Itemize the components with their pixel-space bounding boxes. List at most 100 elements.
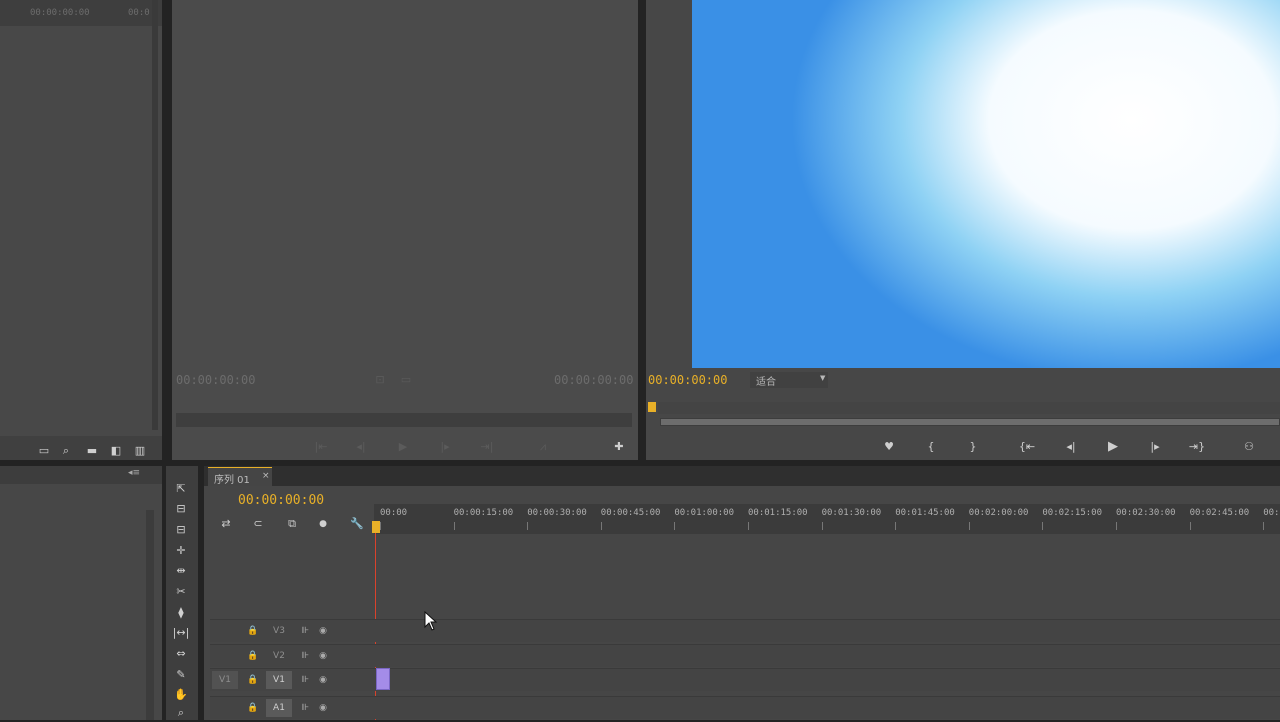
ruler-tick-label: 00:02:00:00 [968,508,1029,518]
rate-stretch-icon[interactable]: ⇹ [169,562,193,580]
play-icon[interactable]: ▶ [1102,438,1124,456]
ruler-tick-label: 00:02:45:00 [1189,508,1250,518]
add-edit-icon[interactable]: ⧉ [282,515,302,533]
timeline-clip[interactable] [376,668,390,690]
slide-icon[interactable]: |↔| [169,624,193,642]
track-row-v3[interactable]: 🔒 V3 ⊪ ◉ [210,619,1280,642]
linked-selection-icon[interactable]: ⊂ [248,515,268,533]
project-timecode-a: 00:00:00:00 [30,8,90,18]
lift-icon[interactable]: ⚇ [1238,438,1260,456]
lock-icon[interactable]: 🔒 [246,699,260,717]
source-safe-margin-icon[interactable]: ⊡ [372,371,388,389]
source-patch-v1[interactable]: V1 [212,671,238,689]
project-panel: 00:00:00:00 00:0 ▭ ⌕ ▬ ◧ ▥ [0,0,162,460]
sync-lock-icon[interactable]: ⊪ [298,699,312,717]
ruler-tick-label: 00:01:15:00 [748,508,808,518]
mark-out-icon[interactable]: } [964,438,982,456]
track-row-v2[interactable]: 🔒 V2 ⊪ ◉ [210,644,1280,667]
effects-panel: ◂≡ [0,466,162,720]
new-bin-icon[interactable]: ▬ [84,442,100,460]
step-forward-icon[interactable]: |▸ [1144,438,1166,456]
go-to-out-icon[interactable]: ⇥} [1186,438,1208,456]
track-target-a1[interactable]: A1 [266,699,292,717]
source-insert-icon[interactable]: ⩘ [534,438,552,456]
ruler-tick-label: 00:00:45:00 [600,508,661,518]
source-back-icon[interactable]: ◂| [352,438,370,456]
track-target-v2[interactable]: V2 [266,647,292,665]
source-forward-icon[interactable]: |▸ [436,438,454,456]
track-target-v1[interactable]: V1 [266,671,292,689]
eye-icon[interactable]: ◉ [316,699,330,717]
track-row-v1[interactable]: V1 🔒 V1 ⊪ ◉ [210,668,1280,691]
slip-icon[interactable]: ⧫ [169,604,193,622]
track-row-a1[interactable]: 🔒 A1 ⊪ ◉ [210,696,1280,719]
ruler-tick-mark [968,522,970,530]
chevron-down-icon: ▼ [820,374,826,382]
mark-in-icon[interactable]: { [922,438,940,456]
close-icon[interactable]: × [262,471,270,481]
ruler-tick-mark [895,522,897,530]
ruler-tick-mark [1042,522,1044,530]
sync-lock-icon[interactable]: ⊪ [298,671,312,689]
delete-icon[interactable]: ▥ [132,442,148,460]
ruler-tick-label: 00:02:30:00 [1116,508,1176,518]
source-add-button-icon[interactable]: ✚ [610,438,628,456]
source-step-fwd-icon[interactable]: ⇥| [478,438,496,456]
list-view-icon[interactable]: ▭ [36,442,52,460]
zoom-icon[interactable]: ⌕ [169,704,193,722]
wrench-icon[interactable]: 🔧 [348,515,366,533]
sync-lock-icon[interactable]: ⊪ [298,622,312,640]
sequence-tab-label: 序列 01 [214,475,250,486]
timeline-timecode[interactable]: 00:00:00:00 [238,493,324,508]
track-select-icon[interactable]: ⊟ [169,500,193,518]
pen-tool-icon[interactable]: ⇔ [169,645,193,663]
program-scrub-bar[interactable] [660,418,1280,426]
eye-icon[interactable]: ◉ [316,622,330,640]
effects-panel-menu-icon[interactable]: ◂≡ [128,468,140,478]
ripple-edit-icon[interactable]: ⊟ [169,521,193,539]
program-playhead-marker[interactable] [648,402,656,412]
ruler-tick-label: 00:00:15:00 [453,508,514,518]
source-step-back-icon[interactable]: |⇤ [312,438,330,456]
new-item-icon[interactable]: ◧ [108,442,124,460]
eye-icon[interactable]: ◉ [316,671,330,689]
ruler-tick-mark [821,522,823,530]
rolling-edit-icon[interactable]: ✛ [169,542,193,560]
timeline-ruler[interactable]: 00:00 00:00:15:00 00:00:30:00 00:00:45:00 00… [374,504,1280,534]
program-video-frame [692,0,1280,368]
timeline-playhead-handle[interactable] [372,521,380,533]
sync-lock-icon[interactable]: ⊪ [298,647,312,665]
pen-icon[interactable]: ✎ [169,666,193,684]
source-timecode-duration: 00:00:00:00 [554,373,634,387]
ruler-tick-mark [1263,522,1265,530]
source-monitor: 00:00:00:00 ⊡ ▭ 00:00:00:00 |⇤ ◂| ▶ |▸ ⇥… [172,0,638,460]
ruler-tick-label: 00:00 [380,508,408,518]
source-play-icon[interactable]: ▶ [394,438,412,456]
ruler-tick-mark [748,522,749,530]
lock-icon[interactable]: 🔒 [246,622,260,640]
selection-tool-icon[interactable]: ⇱ [169,480,193,498]
razor-icon[interactable]: ✂ [169,583,193,601]
marker-icon[interactable]: ● [316,515,330,533]
effects-scrollbar[interactable] [146,510,154,720]
lock-icon[interactable]: 🔒 [246,671,260,689]
hand-icon[interactable]: ✋ [169,686,193,704]
program-fit-dropdown[interactable]: 适合 ▼ [750,372,828,388]
program-monitor: 00:00:00:00 适合 ▼ ♥ { } {⇤ ◂| ▶ |▸ ⇥} ⚇ [646,0,1280,460]
eye-icon[interactable]: ◉ [316,647,330,665]
lock-icon[interactable]: 🔒 [246,647,260,665]
project-scrollbar[interactable] [152,0,158,430]
source-scrub-bar[interactable] [176,413,632,427]
find-icon[interactable]: ⌕ [58,442,74,460]
ruler-tick-label: 00:02:15:00 [1042,508,1102,518]
program-timecode[interactable]: 00:00:00:00 [648,373,727,387]
sequence-tab[interactable]: 序列 01 × [208,467,272,486]
source-resolution-icon[interactable]: ▭ [398,371,414,389]
add-marker-icon[interactable]: ♥ [880,438,898,456]
ruler-tick-label: 00:01:00:00 [674,508,734,518]
go-to-in-icon[interactable]: {⇤ [1016,438,1038,456]
track-target-v3[interactable]: V3 [266,622,292,640]
step-back-icon[interactable]: ◂| [1060,438,1082,456]
snap-icon[interactable]: ⇄ [216,515,236,533]
mouse-cursor [424,610,438,631]
